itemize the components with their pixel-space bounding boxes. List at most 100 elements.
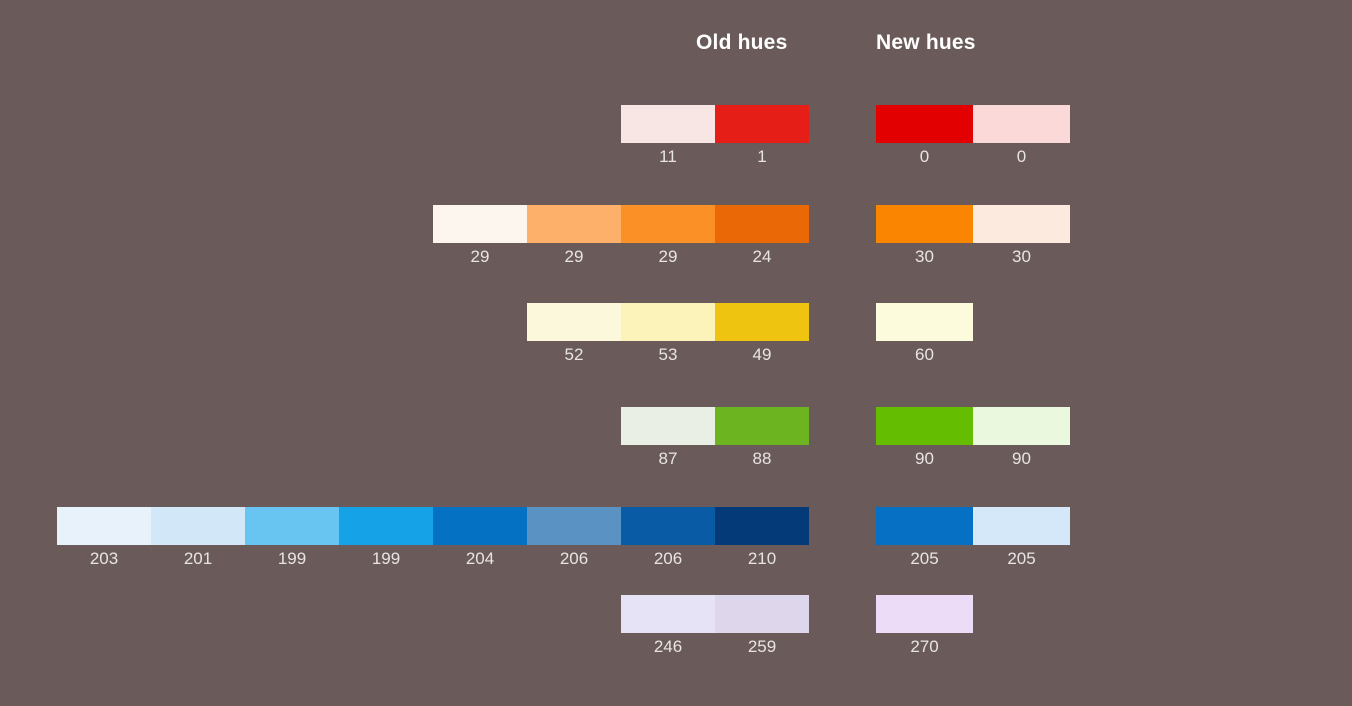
swatch-color-chip[interactable] <box>621 407 715 445</box>
swatch-hue-label: 204 <box>465 549 495 568</box>
hue-band-old-blue: 203 201 199 199 204 206 206 210 <box>57 507 809 568</box>
swatch-color-chip[interactable] <box>715 303 809 341</box>
hue-band-new-green: 90 90 <box>876 407 1070 468</box>
swatch-old-blue-3[interactable]: 199 <box>339 507 433 568</box>
swatch-hue-label: 203 <box>89 549 119 568</box>
swatch-old-orange-1[interactable]: 29 <box>527 205 621 266</box>
swatch-color-chip[interactable] <box>715 205 809 243</box>
swatch-new-purple-0[interactable]: 270 <box>876 595 973 656</box>
swatch-color-chip[interactable] <box>876 205 973 243</box>
swatch-hue-label: 1 <box>757 147 767 166</box>
swatch-old-purple-1[interactable]: 259 <box>715 595 809 656</box>
swatch-old-yellow-0[interactable]: 52 <box>527 303 621 364</box>
swatch-color-chip[interactable] <box>433 507 527 545</box>
hue-band-old-green: 87 88 <box>621 407 809 468</box>
swatch-hue-label: 29 <box>564 247 584 266</box>
swatch-color-chip[interactable] <box>715 407 809 445</box>
swatch-new-green-0[interactable]: 90 <box>876 407 973 468</box>
swatch-hue-label: 11 <box>659 147 677 166</box>
swatch-color-chip[interactable] <box>339 507 433 545</box>
swatch-old-green-0[interactable]: 87 <box>621 407 715 468</box>
swatch-color-chip[interactable] <box>973 205 1070 243</box>
swatch-hue-label: 246 <box>653 637 683 656</box>
swatch-new-orange-0[interactable]: 30 <box>876 205 973 266</box>
swatch-hue-label: 52 <box>564 345 584 364</box>
swatch-hue-label: 206 <box>653 549 683 568</box>
swatch-old-blue-4[interactable]: 204 <box>433 507 527 568</box>
swatch-hue-label: 199 <box>277 549 307 568</box>
swatch-color-chip[interactable] <box>621 205 715 243</box>
swatch-color-chip[interactable] <box>621 595 715 633</box>
swatch-old-blue-2[interactable]: 199 <box>245 507 339 568</box>
swatch-new-red-1[interactable]: 0 <box>973 105 1070 166</box>
swatch-color-chip[interactable] <box>527 205 621 243</box>
swatch-color-chip[interactable] <box>876 407 973 445</box>
swatch-hue-label: 88 <box>752 449 772 468</box>
hue-row-yellow: 52 53 49 60 <box>0 303 1352 381</box>
column-header-new-hues: New hues <box>876 31 976 54</box>
swatch-hue-label: 29 <box>470 247 490 266</box>
swatch-color-chip[interactable] <box>527 507 621 545</box>
swatch-hue-label: 0 <box>919 147 930 166</box>
swatch-color-chip[interactable] <box>876 507 973 545</box>
swatch-color-chip[interactable] <box>876 303 973 341</box>
swatch-color-chip[interactable] <box>621 105 715 143</box>
swatch-color-chip[interactable] <box>715 595 809 633</box>
swatch-hue-label: 270 <box>910 637 939 656</box>
swatch-color-chip[interactable] <box>151 507 245 545</box>
swatch-hue-label: 0 <box>1016 147 1027 166</box>
swatch-color-chip[interactable] <box>715 105 809 143</box>
swatch-old-yellow-2[interactable]: 49 <box>715 303 809 364</box>
swatch-hue-label: 30 <box>1012 247 1031 266</box>
swatch-old-blue-5[interactable]: 206 <box>527 507 621 568</box>
hue-band-new-yellow: 60 <box>876 303 973 364</box>
swatch-new-blue-1[interactable]: 205 <box>973 507 1070 568</box>
swatch-hue-label: 90 <box>1012 449 1031 468</box>
swatch-new-yellow-0[interactable]: 60 <box>876 303 973 364</box>
hue-band-old-red: 11 1 <box>621 105 809 166</box>
hue-row-purple: 246 259 270 <box>0 595 1352 673</box>
hue-band-new-red: 00 <box>876 105 1070 166</box>
swatch-new-red-0[interactable]: 0 <box>876 105 973 166</box>
swatch-old-red-0[interactable]: 11 <box>621 105 715 166</box>
swatch-hue-label: 49 <box>752 345 772 364</box>
swatch-old-blue-1[interactable]: 201 <box>151 507 245 568</box>
swatch-hue-label: 30 <box>915 247 934 266</box>
swatch-old-blue-0[interactable]: 203 <box>57 507 151 568</box>
swatch-color-chip[interactable] <box>973 105 1070 143</box>
swatch-new-green-1[interactable]: 90 <box>973 407 1070 468</box>
swatch-color-chip[interactable] <box>876 595 973 633</box>
swatch-new-blue-0[interactable]: 205 <box>876 507 973 568</box>
swatch-old-blue-7[interactable]: 210 <box>715 507 809 568</box>
swatch-old-orange-3[interactable]: 24 <box>715 205 809 266</box>
hue-band-new-blue: 205 205 <box>876 507 1070 568</box>
hue-row-red: 11 1 0 0 <box>0 105 1352 183</box>
swatch-color-chip[interactable] <box>433 205 527 243</box>
swatch-color-chip[interactable] <box>245 507 339 545</box>
swatch-hue-label: 87 <box>658 449 678 468</box>
swatch-hue-label: 210 <box>747 549 777 568</box>
swatch-color-chip[interactable] <box>715 507 809 545</box>
swatch-old-purple-0[interactable]: 246 <box>621 595 715 656</box>
hue-row-blue: 203 201 199 199 204 206 206 210 205 205 <box>0 507 1352 585</box>
swatch-color-chip[interactable] <box>527 303 621 341</box>
swatch-old-yellow-1[interactable]: 53 <box>621 303 715 364</box>
swatch-color-chip[interactable] <box>621 507 715 545</box>
swatch-color-chip[interactable] <box>57 507 151 545</box>
swatch-old-blue-6[interactable]: 206 <box>621 507 715 568</box>
swatch-old-red-1[interactable]: 1 <box>715 105 809 166</box>
swatch-old-orange-0[interactable]: 29 <box>433 205 527 266</box>
hue-comparison-canvas: Old hues New hues 11 1 0 0 29 29 29 24 30 30 52 53 4… <box>0 0 1352 706</box>
hue-band-new-orange: 30 30 <box>876 205 1070 266</box>
swatch-color-chip[interactable] <box>973 407 1070 445</box>
swatch-color-chip[interactable] <box>973 507 1070 545</box>
swatch-hue-label: 90 <box>915 449 934 468</box>
swatch-hue-label: 53 <box>658 345 678 364</box>
swatch-hue-label: 205 <box>1007 549 1036 568</box>
swatch-hue-label: 199 <box>371 549 401 568</box>
swatch-color-chip[interactable] <box>876 105 973 143</box>
swatch-color-chip[interactable] <box>621 303 715 341</box>
swatch-new-orange-1[interactable]: 30 <box>973 205 1070 266</box>
swatch-old-orange-2[interactable]: 29 <box>621 205 715 266</box>
swatch-old-green-1[interactable]: 88 <box>715 407 809 468</box>
